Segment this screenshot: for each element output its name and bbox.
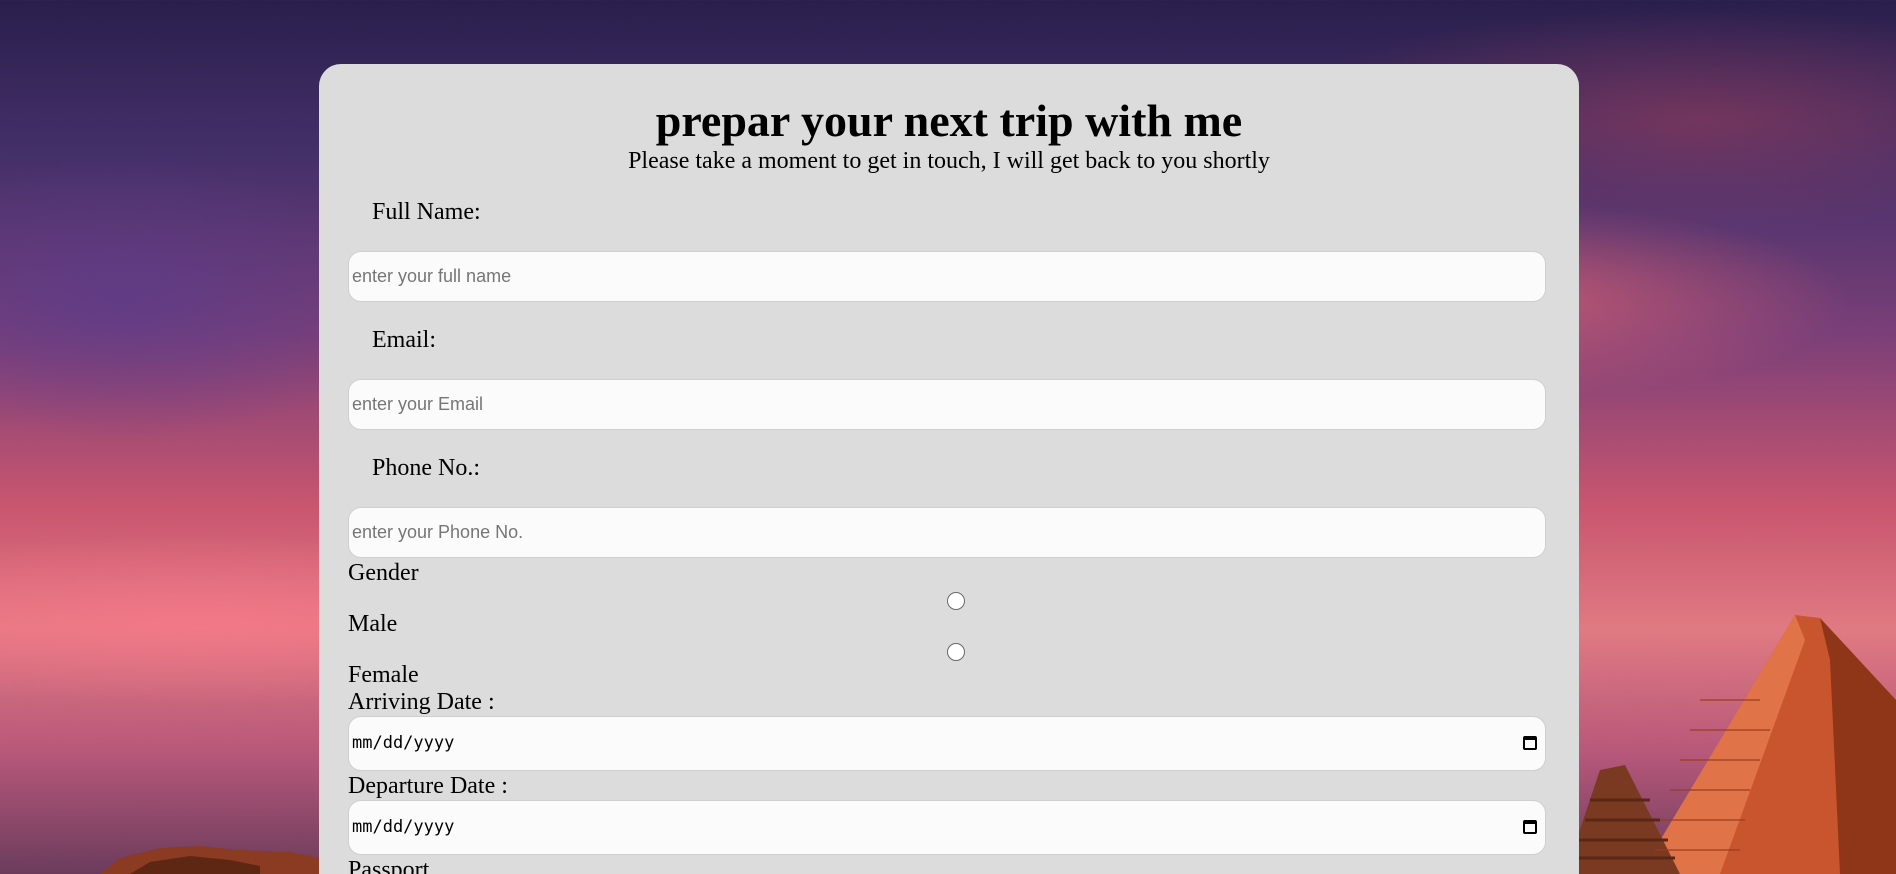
arriving-date-label: Arriving Date : xyxy=(348,689,495,715)
trip-form-card: prepar your next trip with me Please tak… xyxy=(319,64,1579,874)
arriving-date-value: mm/dd/yyyy xyxy=(352,733,455,753)
page-title: prepar your next trip with me xyxy=(655,95,1243,146)
page-subtitle: Please take a moment to get in touch, I … xyxy=(628,148,1270,174)
phone-input[interactable] xyxy=(348,507,1546,558)
gender-label: Gender xyxy=(348,560,419,586)
female-option-label: Female xyxy=(348,662,419,688)
calendar-icon[interactable] xyxy=(1523,820,1537,834)
passport-label: Passport xyxy=(348,857,430,874)
full-name-label: Full Name: xyxy=(372,199,481,225)
male-option-label: Male xyxy=(348,611,398,637)
arriving-date-input[interactable]: mm/dd/yyyy xyxy=(348,716,1546,771)
departure-date-value: mm/dd/yyyy xyxy=(352,817,455,837)
departure-date-label: Departure Date : xyxy=(348,773,508,799)
calendar-icon[interactable] xyxy=(1523,736,1537,750)
male-radio[interactable] xyxy=(947,592,965,610)
phone-label: Phone No.: xyxy=(372,455,480,481)
departure-date-input[interactable]: mm/dd/yyyy xyxy=(348,800,1546,855)
email-label: Email: xyxy=(372,327,436,353)
email-input[interactable] xyxy=(348,379,1546,430)
full-name-input[interactable] xyxy=(348,251,1546,302)
female-radio[interactable] xyxy=(947,643,965,661)
